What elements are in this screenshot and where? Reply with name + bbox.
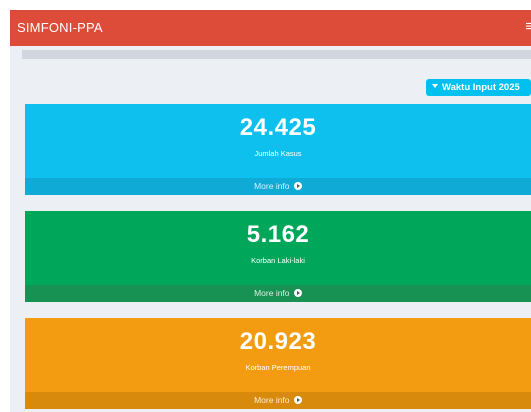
more-info-label: More info [254, 395, 290, 405]
breadcrumb-bar [22, 50, 531, 59]
year-filter-button[interactable]: Waktu Input 2025 [426, 79, 531, 96]
arrow-circle-right-icon [293, 288, 302, 297]
stat-box-jumlah-kasus: 24.425 Jumlah Kasus More info [25, 104, 531, 195]
app-frame: SIMFONI-PPA ≡ Waktu Input 2025 24.425 Ju… [10, 10, 531, 412]
more-info-link[interactable]: More info [25, 392, 531, 409]
app-brand[interactable]: SIMFONI-PPA [17, 20, 103, 35]
more-info-link[interactable]: More info [25, 285, 531, 302]
stat-value: 5.162 [246, 221, 310, 248]
hamburger-icon[interactable]: ≡ [525, 19, 531, 34]
more-info-label: More info [254, 288, 290, 298]
stat-label: Korban Laki-laki [251, 256, 305, 265]
more-info-label: More info [254, 181, 290, 191]
stat-label: Jumlah Kasus [254, 149, 302, 158]
stat-label: Korban Perempuan [245, 363, 311, 372]
caret-down-icon [432, 84, 438, 89]
arrow-circle-right-icon [293, 181, 302, 190]
stat-value: 24.425 [239, 114, 317, 141]
stat-box-korban-perempuan: 20.923 Korban Perempuan More info [25, 318, 531, 409]
more-info-link[interactable]: More info [25, 178, 531, 195]
top-navbar: SIMFONI-PPA ≡ [10, 10, 531, 46]
year-filter-label: Waktu Input 2025 [442, 82, 520, 93]
stat-box-korban-laki-laki: 5.162 Korban Laki-laki More info [25, 211, 531, 302]
arrow-circle-right-icon [293, 395, 302, 404]
stat-value: 20.923 [239, 328, 317, 355]
